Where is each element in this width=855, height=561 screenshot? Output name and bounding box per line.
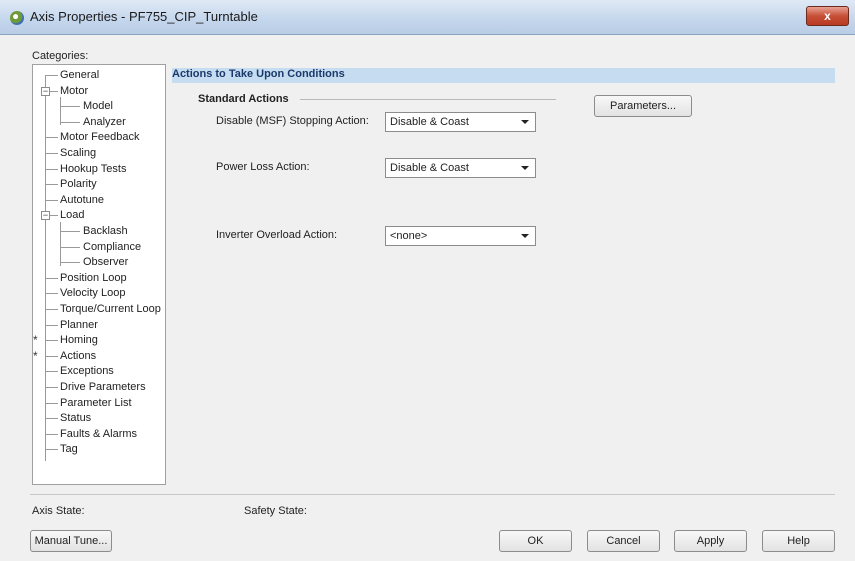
app-icon [10, 11, 24, 25]
tree-item-model[interactable]: Model [83, 99, 113, 113]
disable-action-value: Disable & Coast [390, 116, 469, 128]
footer-separator [30, 494, 835, 495]
categories-tree[interactable]: General − Motor Model Analyzer Motor Feedback… [32, 64, 166, 485]
cancel-button[interactable]: Cancel [587, 530, 660, 552]
power-loss-select[interactable]: Disable & Coast [385, 158, 536, 178]
modified-marker: * [33, 333, 38, 347]
tree-item-parameter-list[interactable]: Parameter List [60, 396, 132, 410]
motor-branch-line [60, 97, 61, 125]
title-bar[interactable]: Axis Properties - PF755_CIP_Turntable x [0, 0, 855, 35]
tree-connector-line [60, 246, 80, 248]
tree-connector-line [45, 309, 58, 310]
tree-item-torque-current-loop[interactable]: Torque/Current Loop [60, 302, 161, 316]
group-title: Standard Actions [198, 93, 289, 105]
collapse-toggle-icon[interactable]: − [41, 211, 50, 221]
dropdown-arrow-icon [521, 120, 529, 124]
inverter-overload-value: <none> [390, 230, 428, 242]
parameters-button[interactable]: Parameters... [594, 95, 692, 117]
apply-button[interactable]: Apply [674, 530, 747, 552]
tree-connector-line [45, 199, 58, 201]
axis-state-label: Axis State: [32, 505, 85, 517]
tree-item-planner[interactable]: Planner [60, 318, 98, 332]
tree-connector-line [45, 184, 58, 186]
power-loss-label: Power Loss Action: [216, 161, 310, 173]
tree-item-general[interactable]: General [60, 68, 99, 82]
ok-button[interactable]: OK [499, 530, 572, 552]
tree-connector-line [45, 293, 58, 295]
inverter-overload-select[interactable]: <none> [385, 226, 536, 246]
tree-item-velocity-loop[interactable]: Velocity Loop [60, 286, 125, 300]
tree-item-load[interactable]: Load [60, 208, 84, 222]
tree-connector-line [45, 433, 58, 435]
tree-item-backlash[interactable]: Backlash [83, 224, 128, 238]
tree-connector-line [45, 277, 58, 279]
dropdown-arrow-icon [521, 166, 529, 170]
group-divider [300, 99, 556, 100]
tree-connector-line [45, 324, 58, 326]
manual-tune-button[interactable]: Manual Tune... [30, 530, 112, 552]
tree-item-hookup-tests[interactable]: Hookup Tests [60, 162, 126, 176]
collapse-toggle-icon[interactable]: − [41, 86, 50, 96]
inverter-overload-label: Inverter Overload Action: [216, 229, 338, 241]
disable-action-select[interactable]: Disable & Coast [385, 112, 536, 132]
tree-connector-line [45, 153, 58, 154]
tree-connector-line [45, 449, 58, 451]
tree-item-motor[interactable]: Motor [60, 84, 88, 98]
tree-item-tag[interactable]: Tag [60, 442, 78, 456]
tree-connector-line [45, 371, 58, 373]
tree-connector-line [45, 340, 58, 342]
tree-connector-line [60, 106, 80, 108]
tree-item-observer[interactable]: Observer [83, 255, 128, 269]
dropdown-arrow-icon [521, 234, 529, 238]
tree-item-compliance[interactable]: Compliance [83, 240, 141, 254]
axis-properties-dialog: Axis Properties - PF755_CIP_Turntable x … [0, 0, 855, 561]
safety-state-label: Safety State: [244, 505, 307, 517]
tree-item-analyzer[interactable]: Analyzer [83, 115, 126, 129]
tree-item-drive-parameters[interactable]: Drive Parameters [60, 380, 146, 394]
tree-connector-line [60, 231, 80, 232]
tree-item-position-loop[interactable]: Position Loop [60, 271, 127, 285]
tree-item-exceptions[interactable]: Exceptions [60, 364, 114, 378]
tree-item-scaling[interactable]: Scaling [60, 146, 96, 160]
help-button[interactable]: Help [762, 530, 835, 552]
power-loss-value: Disable & Coast [390, 162, 469, 174]
modified-marker: * [33, 349, 38, 363]
tree-item-polarity[interactable]: Polarity [60, 177, 97, 191]
tree-connector-line [45, 137, 58, 139]
close-button[interactable]: x [806, 6, 849, 26]
tree-item-faults-alarms[interactable]: Faults & Alarms [60, 427, 137, 441]
tree-connector-line [45, 75, 58, 76]
tree-connector-line [45, 387, 58, 388]
tree-connector-line [60, 262, 80, 264]
tree-item-motor-feedback[interactable]: Motor Feedback [60, 130, 139, 144]
tree-item-actions[interactable]: Actions [60, 349, 96, 363]
load-branch-line [60, 222, 61, 266]
window-title: Axis Properties - PF755_CIP_Turntable [30, 9, 258, 24]
tree-connector-line [45, 418, 58, 420]
tree-connector-line [60, 121, 80, 123]
tree-item-status[interactable]: Status [60, 411, 91, 425]
tree-connector-line [45, 168, 58, 170]
disable-action-label: Disable (MSF) Stopping Action: [216, 115, 369, 127]
tree-connector-line [45, 355, 58, 357]
tree-connector-line [45, 402, 58, 404]
section-header: Actions to Take Upon Conditions [172, 68, 345, 80]
tree-item-autotune[interactable]: Autotune [60, 193, 104, 207]
tree-item-homing[interactable]: Homing [60, 333, 98, 347]
categories-label: Categories: [32, 50, 89, 62]
